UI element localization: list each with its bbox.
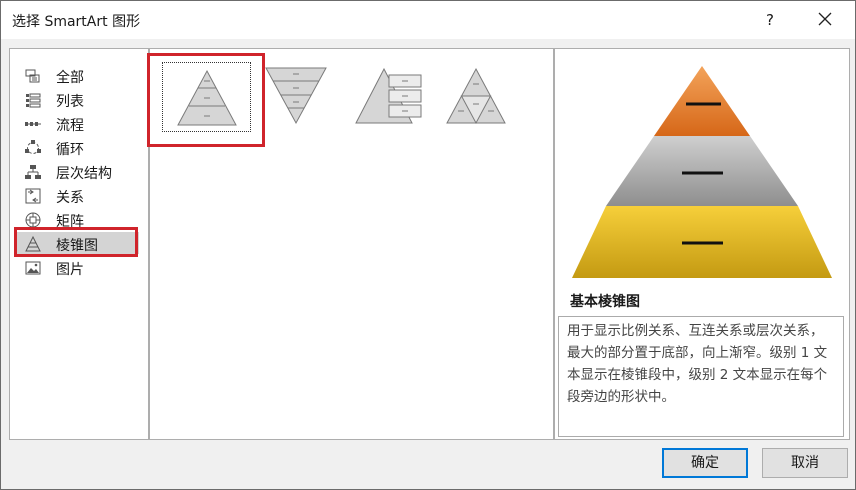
all-icon xyxy=(25,69,40,83)
smartart-dialog: 选择 SmartArt 图形 ? 全部 列表 流程 循环 层次结构 关系 矩阵 … xyxy=(0,0,856,490)
close-button[interactable] xyxy=(811,7,839,33)
matrix-icon xyxy=(25,212,41,228)
category-label: 图片 xyxy=(56,262,84,278)
category-label: 全部 xyxy=(56,70,84,86)
category-label: 层次结构 xyxy=(56,166,112,182)
category-hierarchy[interactable]: 层次结构 xyxy=(15,160,139,182)
list-icon xyxy=(26,93,41,108)
window-title: 选择 SmartArt 图形 xyxy=(12,14,141,30)
pyramid-preview-graphic xyxy=(572,66,832,278)
relationship-icon xyxy=(25,188,41,204)
category-label: 流程 xyxy=(56,118,84,134)
category-picture[interactable]: 图片 xyxy=(15,256,139,278)
inverted-pyramid-thumbnail xyxy=(265,67,327,125)
category-list-item[interactable]: 列表 xyxy=(15,88,139,110)
category-process[interactable]: 流程 xyxy=(15,112,139,134)
cancel-button[interactable]: 取消 xyxy=(762,448,848,478)
preview-description: 用于显示比例关系、互连关系或层次关系，最大的部分置于底部，向上渐窄。级别 1 文… xyxy=(558,316,844,437)
category-relationship[interactable]: 关系 xyxy=(15,184,139,206)
category-highlight-frame xyxy=(14,227,138,257)
gallery-pyramid-list[interactable] xyxy=(354,65,444,135)
close-icon xyxy=(818,12,832,26)
picture-icon xyxy=(25,261,41,275)
preview-title: 基本棱锥图 xyxy=(570,294,640,310)
category-label: 列表 xyxy=(56,94,84,110)
category-label: 循环 xyxy=(56,142,84,158)
gallery-highlight-frame xyxy=(147,53,265,147)
ok-button[interactable]: 确定 xyxy=(662,448,748,478)
cycle-icon xyxy=(25,140,41,154)
gallery-inverted-pyramid[interactable] xyxy=(261,65,351,135)
gallery-segmented-pyramid[interactable] xyxy=(444,65,534,135)
hierarchy-icon xyxy=(25,165,41,179)
help-button[interactable]: ? xyxy=(757,7,783,33)
category-cycle[interactable]: 循环 xyxy=(15,136,139,158)
segmented-pyramid-thumbnail xyxy=(446,67,506,125)
category-all[interactable]: 全部 xyxy=(15,64,139,86)
category-label: 关系 xyxy=(56,190,84,206)
pyramid-list-thumbnail xyxy=(355,67,422,124)
title-bar: 选择 SmartArt 图形 ? xyxy=(1,1,855,39)
process-icon xyxy=(25,122,41,126)
